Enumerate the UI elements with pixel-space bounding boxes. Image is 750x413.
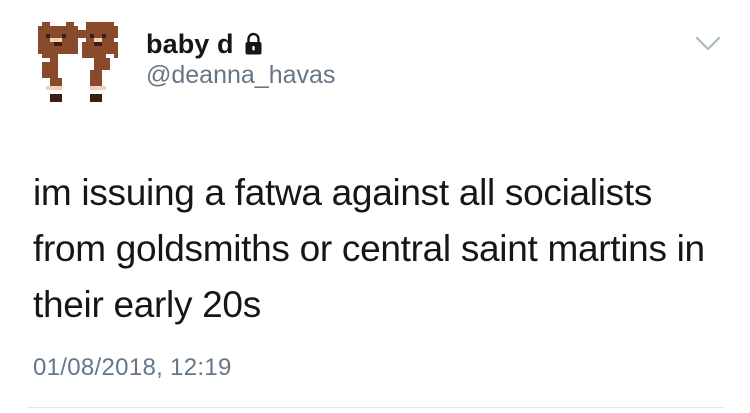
user-handle[interactable]: @deanna_havas xyxy=(146,63,335,88)
display-name[interactable]: baby d xyxy=(146,30,234,58)
avatar[interactable] xyxy=(34,17,126,103)
display-name-row: baby d xyxy=(146,26,263,62)
tweet-text: im issuing a fatwa against all socialist… xyxy=(33,172,705,325)
chevron-down-icon[interactable] xyxy=(695,35,721,53)
tweet-card: baby d @deanna_havas im issuing a fatwa … xyxy=(0,0,750,413)
divider xyxy=(27,407,724,408)
tweet-timestamp[interactable]: 01/08/2018, 12:19 xyxy=(33,356,232,380)
lock-icon xyxy=(245,32,262,55)
avatar-image xyxy=(38,22,118,102)
